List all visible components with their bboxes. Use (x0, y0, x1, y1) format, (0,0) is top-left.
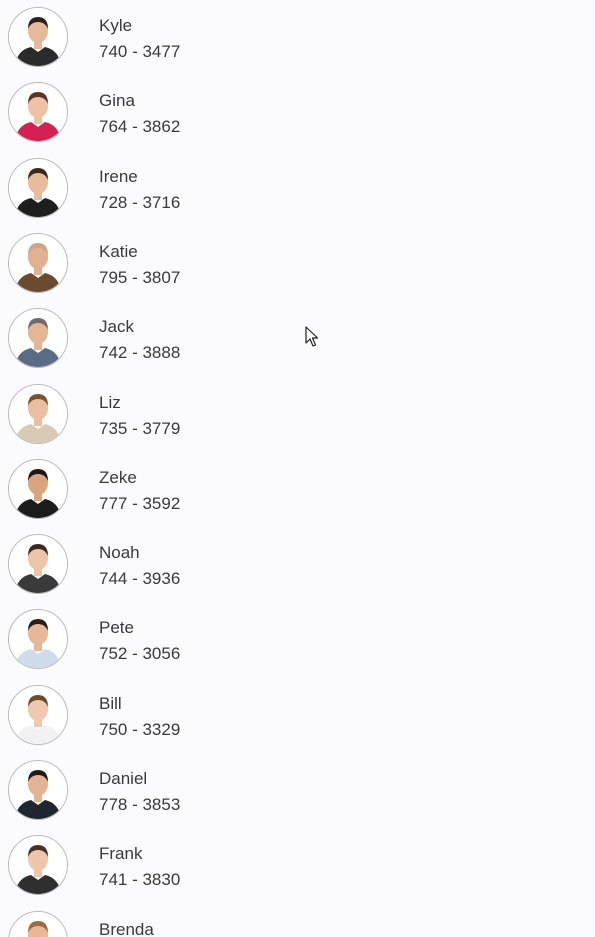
contact-name: Zeke (99, 467, 137, 487)
contact-name: Kyle (99, 16, 133, 35)
contact-list-item[interactable]: Jack 742 - 3888 (0, 301, 595, 376)
person-avatar-icon (8, 609, 68, 670)
contact-list-item[interactable]: Noah 744 - 3936 (0, 527, 595, 602)
person-avatar-icon (8, 232, 68, 293)
contact-phone: 750 - 3329 (99, 719, 181, 739)
contact-list-item[interactable]: Zeke 777 - 3592 (0, 452, 595, 527)
contact-phone: 735 - 3779 (99, 418, 181, 438)
contact-name: Liz (99, 392, 121, 412)
contact-list-item[interactable]: Daniel 778 - 3853 (0, 753, 595, 828)
contact-list[interactable]: Kyle 740 - 3477 Gina 764 - 3862 Irene 728 - 3… (0, 0, 595, 937)
contact-phone: 740 - 3477 (99, 42, 181, 61)
contact-phone: 744 - 3936 (99, 569, 181, 589)
contact-list-item[interactable]: Pete 752 - 3056 (0, 602, 595, 677)
person-avatar-icon (8, 308, 68, 369)
contact-phone: 764 - 3862 (99, 117, 181, 137)
contact-list-item[interactable]: Kyle 740 - 3477 (0, 0, 595, 75)
contact-phone: 795 - 3807 (99, 267, 181, 287)
contact-phone: 777 - 3592 (99, 493, 181, 513)
contact-phone: 752 - 3056 (99, 644, 181, 664)
contact-name: Noah (99, 543, 140, 563)
person-avatar-icon (8, 383, 68, 444)
contact-phone: 728 - 3716 (99, 192, 181, 212)
person-avatar-icon (8, 835, 68, 896)
contact-phone: 778 - 3853 (99, 795, 181, 814)
person-avatar-icon (8, 684, 68, 745)
person-avatar-icon (8, 910, 68, 937)
contact-list-item[interactable]: Gina 764 - 3862 (0, 75, 595, 150)
person-avatar-icon (8, 7, 68, 67)
contact-name: Gina (99, 91, 135, 111)
contact-name: Jack (99, 317, 134, 337)
person-avatar-icon (8, 458, 68, 519)
person-avatar-icon (8, 157, 68, 218)
person-avatar-icon (8, 534, 68, 595)
contact-list-item[interactable]: Katie 795 - 3807 (0, 226, 595, 301)
contact-name: Katie (99, 241, 138, 261)
contact-list-item[interactable]: Frank 741 - 3830 (0, 828, 595, 903)
contact-list-item[interactable]: Brenda (0, 904, 595, 937)
contact-name: Bill (99, 693, 122, 713)
person-avatar-icon (8, 760, 68, 820)
person-avatar-icon (8, 82, 68, 143)
contact-name: Irene (99, 166, 138, 186)
contact-name: Pete (99, 618, 134, 638)
contact-list-item[interactable]: Bill 750 - 3329 (0, 678, 595, 753)
contact-name: Daniel (99, 769, 148, 788)
contact-name: Brenda (99, 919, 154, 937)
contact-phone: 741 - 3830 (99, 870, 181, 890)
contact-list-item[interactable]: Irene 728 - 3716 (0, 151, 595, 226)
contact-list-item[interactable]: Liz 735 - 3779 (0, 377, 595, 452)
contact-name: Frank (99, 844, 143, 864)
contact-phone: 742 - 3888 (99, 343, 181, 363)
